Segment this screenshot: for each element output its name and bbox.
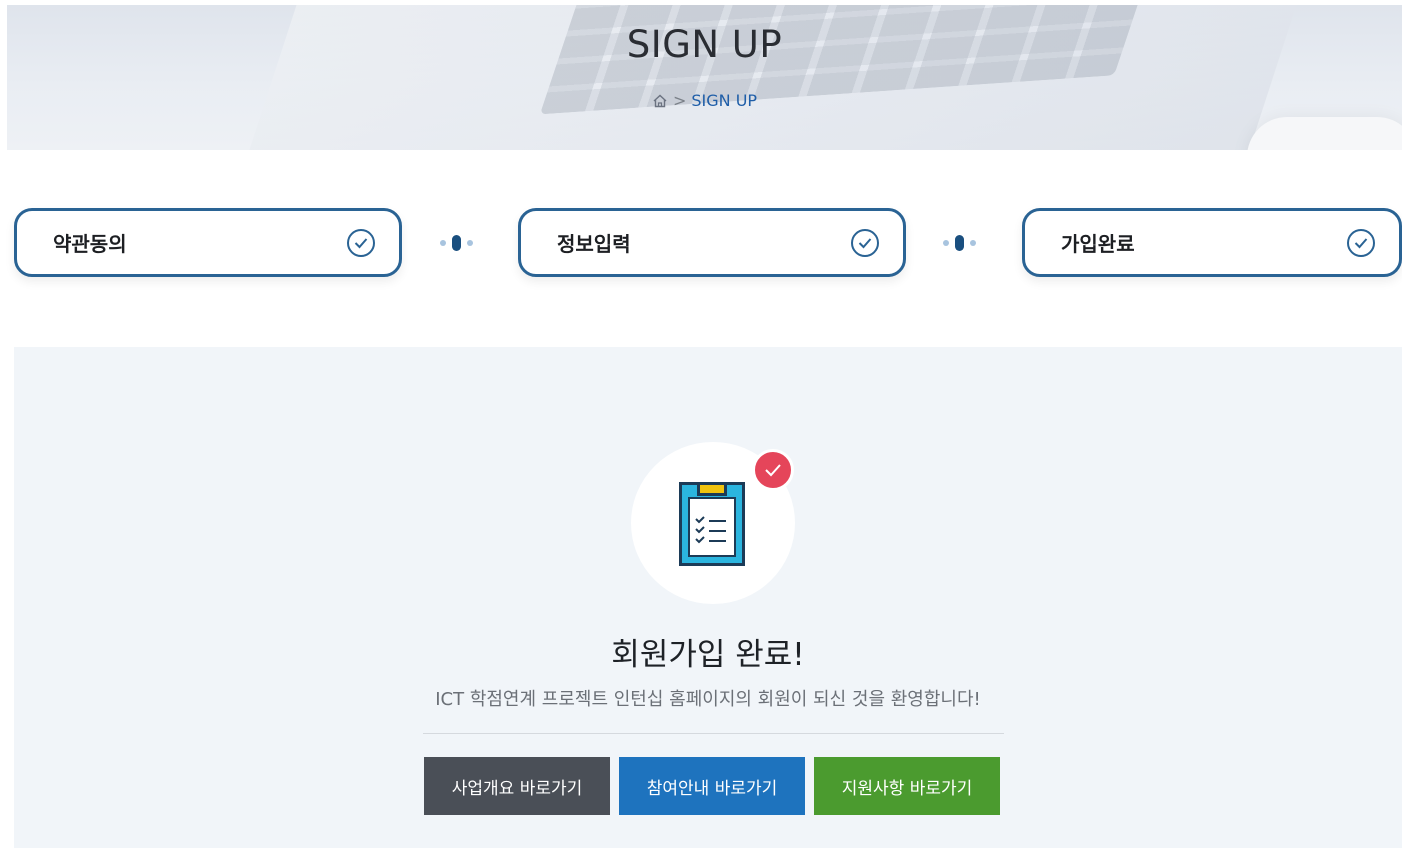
step-terms-agreement: 약관동의 <box>14 208 402 277</box>
check-circle-icon <box>851 228 879 257</box>
breadcrumb-current[interactable]: SIGN UP <box>691 91 757 110</box>
clipboard-checklist-icon <box>631 442 795 604</box>
participation-guide-button[interactable]: 참여안내 바로가기 <box>619 757 805 815</box>
home-icon[interactable] <box>652 93 668 109</box>
breadcrumb: > SIGN UP <box>7 91 1402 110</box>
step-connector <box>440 235 473 251</box>
step-label: 정보입력 <box>557 232 631 256</box>
breadcrumb-separator: > <box>672 91 687 110</box>
support-details-button[interactable]: 지원사항 바로가기 <box>814 757 1000 815</box>
check-circle-icon <box>347 228 375 257</box>
divider <box>423 733 1004 734</box>
complete-message: ICT 학점연계 프로젝트 인턴십 홈페이지의 회원이 되신 것을 환영합니다! <box>435 689 981 710</box>
check-circle-icon <box>1347 228 1375 257</box>
banner-mouse-background <box>1247 117 1402 150</box>
signup-complete-panel: 회원가입 완료! ICT 학점연계 프로젝트 인턴십 홈페이지의 회원이 되신 … <box>14 347 1402 848</box>
step-connector <box>943 235 976 251</box>
step-label: 약관동의 <box>53 232 127 256</box>
complete-title: 회원가입 완료! <box>611 637 805 673</box>
step-info-input: 정보입력 <box>518 208 906 277</box>
step-signup-complete: 가입완료 <box>1022 208 1402 277</box>
check-badge-icon <box>752 449 794 491</box>
page-title: SIGN UP <box>626 23 783 66</box>
step-label: 가입완료 <box>1061 232 1135 256</box>
business-overview-button[interactable]: 사업개요 바로가기 <box>424 757 610 815</box>
page-banner: SIGN UP > SIGN UP <box>7 5 1402 150</box>
